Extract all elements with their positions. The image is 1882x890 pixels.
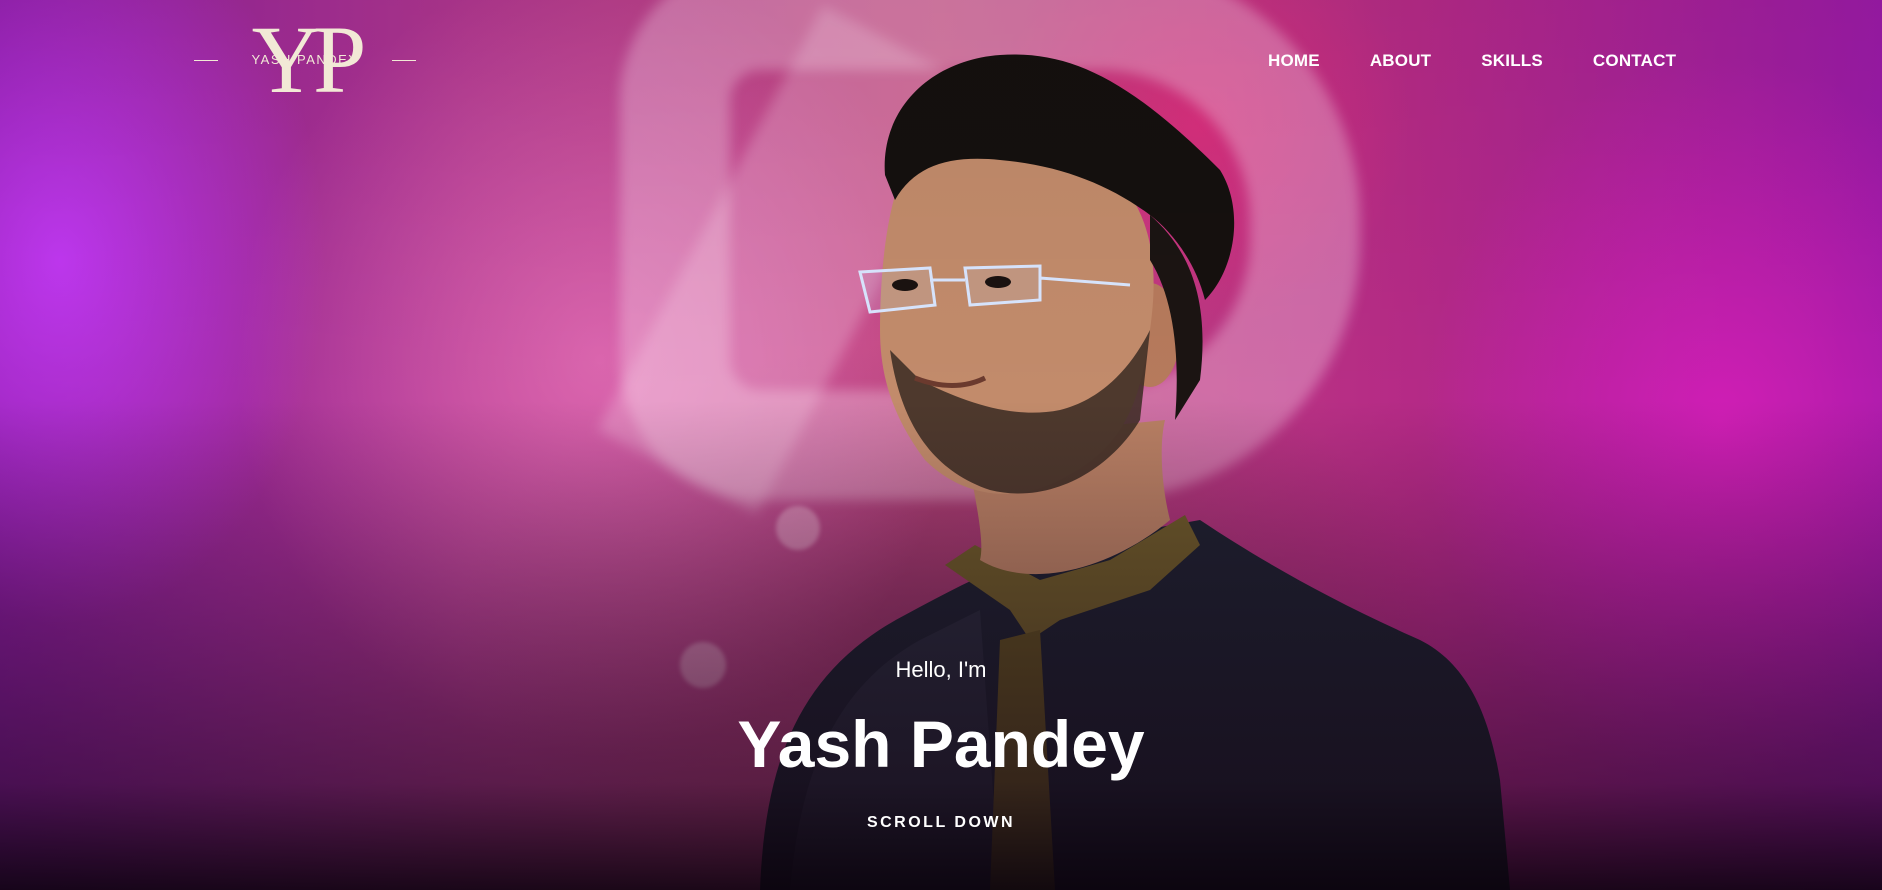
- hero-section: YP YASH PANDEY HOME ABOUT SKILLS CONTACT…: [0, 0, 1882, 890]
- nav-about[interactable]: ABOUT: [1370, 50, 1431, 72]
- nav-contact[interactable]: CONTACT: [1593, 50, 1676, 72]
- logo-divider-right: [392, 60, 416, 61]
- logo-link[interactable]: YP YASH PANDEY: [194, 12, 416, 108]
- logo-name: YASH PANDEY: [251, 52, 359, 67]
- scroll-down-container: SCROLL DOWN: [0, 812, 1882, 834]
- main-nav: HOME ABOUT SKILLS CONTACT: [1268, 50, 1726, 72]
- hero-name: Yash Pandey: [737, 707, 1145, 781]
- nav-skills[interactable]: SKILLS: [1481, 50, 1543, 72]
- nav-home[interactable]: HOME: [1268, 50, 1320, 72]
- hero-greeting: Hello, I'm: [895, 657, 987, 682]
- scroll-down-link[interactable]: SCROLL DOWN: [867, 814, 1015, 831]
